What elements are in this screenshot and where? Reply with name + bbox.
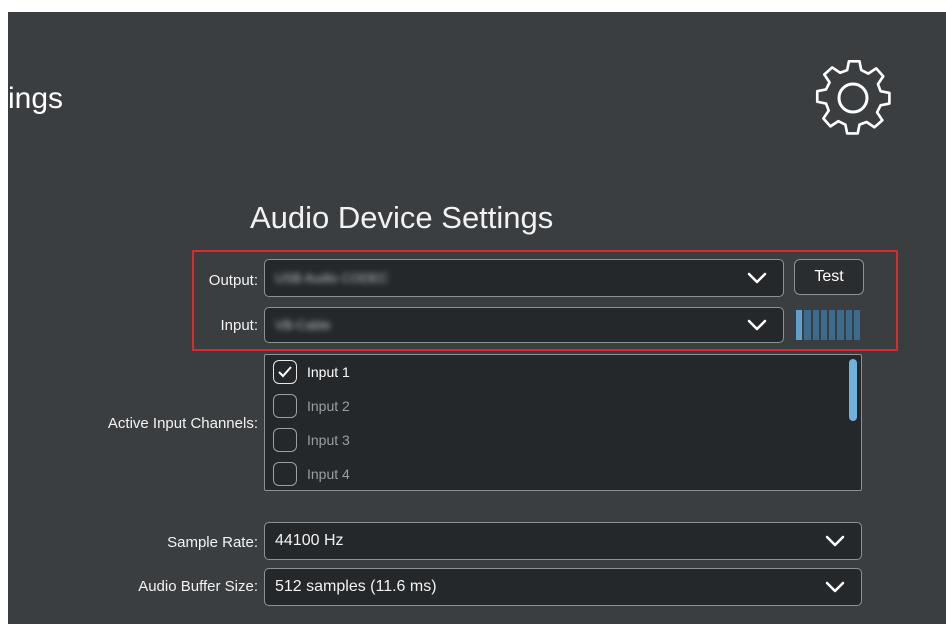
channel-label: Input 2 (307, 398, 350, 414)
input-label: Input: (220, 317, 258, 334)
sample-rate-value: 44100 Hz (275, 532, 344, 549)
input-level-meter (796, 310, 860, 340)
meter-cell (829, 310, 836, 340)
page-title: ings (8, 82, 64, 115)
output-value: USB Audio CODEC (275, 270, 389, 286)
buffer-size-label: Audio Buffer Size: (138, 578, 258, 595)
sample-rate-label: Sample Rate: (167, 534, 258, 551)
buffer-size-value: 512 samples (11.6 ms) (275, 578, 437, 595)
active-channels-label: Active Input Channels: (107, 415, 258, 432)
meter-cell (796, 310, 803, 340)
checkbox-checked[interactable] (273, 360, 297, 384)
checkbox[interactable] (273, 394, 297, 418)
settings-panel: ings Audio Device Settings Output: USB A… (8, 12, 946, 624)
channel-item-input-2[interactable]: Input 2 (273, 393, 350, 419)
meter-cell (837, 310, 844, 340)
test-button[interactable]: Test (794, 259, 864, 295)
meter-cell (820, 310, 827, 340)
chevron-down-icon (747, 319, 767, 331)
checkbox[interactable] (273, 462, 297, 486)
meter-cell (804, 310, 811, 340)
input-value: VB-Cable (275, 317, 331, 333)
chevron-down-icon (825, 581, 845, 593)
channel-item-input-4[interactable]: Input 4 (273, 461, 350, 487)
channel-list-scrollbar[interactable] (849, 359, 857, 421)
channel-item-input-1[interactable]: Input 1 (273, 359, 350, 385)
meter-cell (812, 310, 819, 340)
check-icon (278, 366, 292, 378)
buffer-size-select[interactable]: 512 samples (11.6 ms) (264, 568, 862, 606)
checkbox[interactable] (273, 428, 297, 452)
section-title: Audio Device Settings (250, 200, 554, 235)
chevron-down-icon (825, 535, 845, 547)
channel-list: Input 1 Input 2 Input 3 Input 4 (264, 354, 862, 491)
gear-icon[interactable] (814, 59, 894, 140)
chevron-down-icon (747, 272, 767, 284)
channel-label: Input 1 (307, 364, 350, 380)
input-select[interactable]: VB-Cable (264, 307, 784, 343)
meter-cell (845, 310, 852, 340)
meter-cell (853, 310, 860, 340)
sample-rate-select[interactable]: 44100 Hz (264, 522, 862, 560)
output-label: Output: (208, 272, 258, 289)
channel-item-input-3[interactable]: Input 3 (273, 427, 350, 453)
output-select[interactable]: USB Audio CODEC (264, 259, 784, 297)
channel-label: Input 4 (307, 466, 350, 482)
channel-label: Input 3 (307, 432, 350, 448)
